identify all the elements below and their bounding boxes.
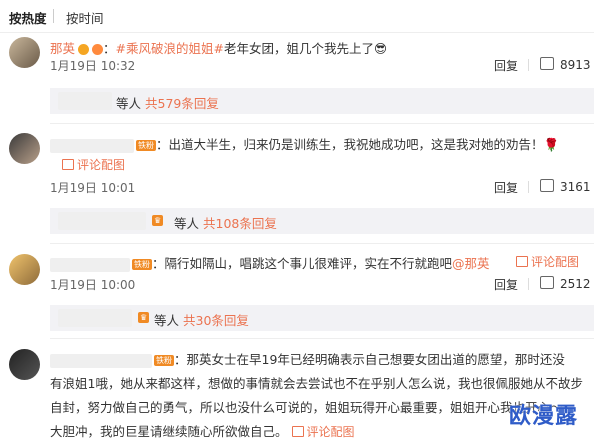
blurred-username	[50, 257, 130, 272]
reply-count-link[interactable]: 共108条回复	[203, 216, 277, 231]
topic-link[interactable]: #乘风破浪的姐姐#	[116, 41, 224, 56]
reply-button[interactable]: 回复	[494, 276, 518, 293]
comment-text: 铁粉 ：那英女士在早19年已经明确表示自己想要女团出道的愿望，那时还没	[50, 349, 565, 368]
avatar[interactable]	[9, 133, 40, 164]
blurred-username	[58, 309, 132, 327]
comment-date: 1月19日 10:00	[50, 278, 136, 292]
comment-item: 铁粉 ：那英女士在早19年已经明确表示自己想要女团出道的愿望，那时还没 有浪姐1哦…	[0, 340, 594, 439]
watermark: 欧漫露	[509, 404, 579, 429]
comment-text: 铁粉 ：出道大半生，归来仍是训练生，我祝她成功吧，这是我对她的劝告！🌹	[50, 134, 559, 153]
reply-button[interactable]: 回复	[494, 57, 518, 74]
like-button[interactable]: 8913	[540, 57, 591, 72]
vip-icon	[92, 44, 104, 55]
sort-tabs: 按热度 按时间	[0, 0, 594, 33]
comment-text-line: 自封，努力做自己的勇气，所以也没什么可说的，姐姐玩得开心最重要，姐姐开心我也开心…	[50, 400, 563, 415]
reply-summary[interactable]: ♛ 等人 共108条回复	[50, 208, 594, 234]
comment-item: 铁粉 ：隔行如隔山，唱跳这个事儿很难评，实在不行就跑吧@那英 评论配图 1月19日…	[0, 245, 594, 340]
blurred-username	[50, 138, 134, 153]
reply-summary[interactable]: 等人 共579条回复	[50, 88, 594, 114]
comment-date: 1月19日 10:32	[50, 59, 136, 73]
comment-item: 铁粉 ：出道大半生，归来仍是训练生，我祝她成功吧，这是我对她的劝告！🌹 评论配图 …	[0, 125, 594, 235]
tab-hot[interactable]: 按热度	[9, 8, 47, 27]
mention-link[interactable]: @那英	[452, 256, 490, 271]
comment-image-link[interactable]: 评论配图	[516, 253, 579, 270]
fan-badge: 铁粉	[132, 259, 152, 270]
avatar[interactable]	[9, 254, 40, 285]
vip-icon: ♛	[152, 215, 164, 226]
username[interactable]: 那英	[50, 41, 75, 56]
avatar[interactable]	[9, 349, 40, 380]
tab-time[interactable]: 按时间	[66, 8, 104, 27]
fan-badge: 铁粉	[136, 140, 156, 151]
blurred-username	[58, 92, 112, 110]
verified-icon	[78, 44, 90, 55]
reply-button[interactable]: 回复	[494, 179, 518, 196]
comment-text: 铁粉 ：隔行如隔山，唱跳这个事儿很难评，实在不行就跑吧@那英	[50, 253, 490, 272]
tab-divider	[53, 9, 54, 23]
comment-text-line: 大胆冲，我的巨星请继续随心所欲做自己。 评论配图	[50, 424, 355, 439]
comment-text: 那英 ：#乘风破浪的姐姐#老年女团，姐几个我先上了😎	[50, 41, 388, 56]
reply-summary[interactable]: ♛ 等人 共30条回复	[50, 305, 594, 331]
thumbs-up-icon	[540, 276, 554, 289]
comment-image-link[interactable]: 评论配图	[62, 156, 125, 173]
blurred-username	[58, 212, 146, 230]
rose-emoji-icon: 🌹	[543, 137, 560, 152]
reply-count-link[interactable]: 共30条回复	[183, 313, 249, 328]
blurred-username	[50, 353, 152, 368]
thumbs-up-icon	[540, 179, 554, 192]
comment-date: 1月19日 10:01	[50, 181, 136, 195]
comment-text-line: 有浪姐1哦，她从来都这样，想做的事情就会去尝试也不在乎别人怎么说，我也很佩服她从…	[50, 376, 583, 391]
image-icon	[291, 426, 304, 437]
avatar[interactable]	[9, 37, 40, 68]
cool-emoji-icon: 😎	[374, 41, 388, 56]
like-button[interactable]: 2512	[540, 276, 591, 291]
vip-icon: ♛	[138, 312, 150, 323]
image-icon	[516, 256, 528, 267]
like-button[interactable]: 3161	[540, 179, 591, 194]
thumbs-up-icon	[540, 57, 554, 70]
reply-count-link[interactable]: 共579条回复	[145, 96, 219, 111]
fan-badge: 铁粉	[154, 355, 174, 366]
image-icon	[62, 159, 74, 170]
